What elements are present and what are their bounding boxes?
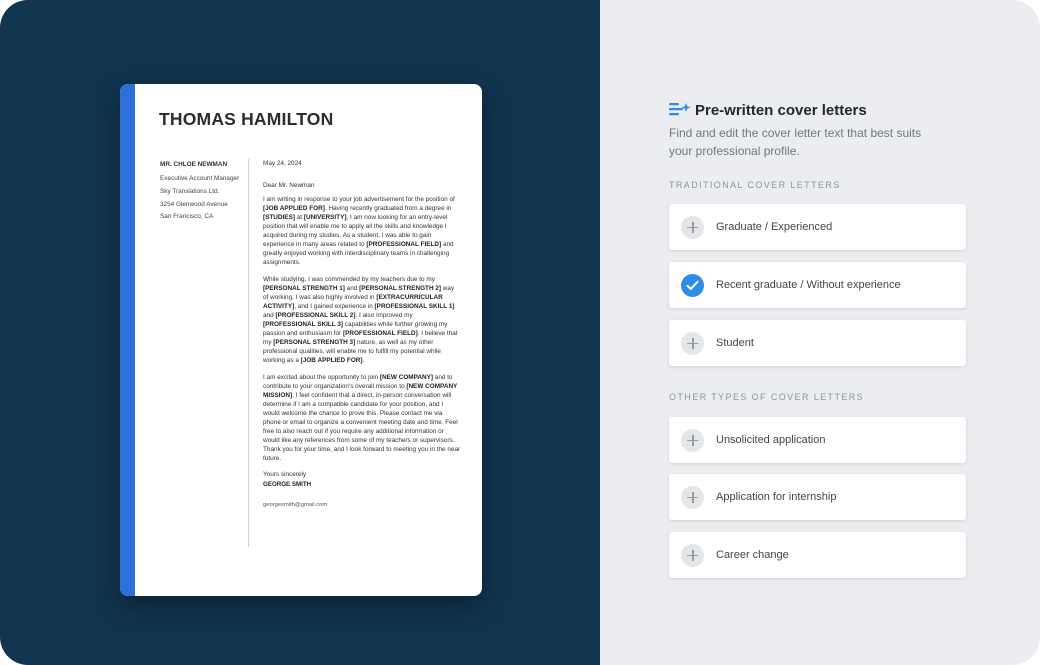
letter-closing: Yours sincerely — [263, 471, 307, 478]
recipient-company: Sky Translations Ltd. — [160, 187, 220, 195]
option-career-change[interactable]: Career change — [669, 532, 966, 578]
option-unsolicited-application[interactable]: Unsolicited application — [669, 417, 966, 463]
placeholder-field: [PROFESSIONAL SKILL 1] — [374, 303, 455, 310]
option-label: Student — [716, 337, 754, 349]
option-label: Application for internship — [716, 491, 837, 503]
letter-text: and — [344, 285, 360, 292]
option-recent-graduate[interactable]: Recent graduate / Without experience — [669, 262, 966, 308]
option-student[interactable]: Student — [669, 320, 966, 366]
option-label: Unsolicited application — [716, 434, 826, 446]
section-label-other: OTHER TYPES OF COVER LETTERS — [669, 392, 865, 402]
placeholder-field: [JOB APPLIED FOR] — [263, 205, 325, 212]
recipient-street: 3254 Glenwood Avenue — [160, 200, 228, 208]
letter-date: May 24, 2024 — [263, 160, 302, 167]
option-label: Recent graduate / Without experience — [716, 279, 901, 291]
placeholder-field: [STUDIES] — [263, 214, 295, 221]
letter-text: . Having recently graduated from a degre… — [324, 205, 452, 212]
plus-icon — [681, 543, 704, 567]
letter-paragraph-3: I am excited about the opportunity to jo… — [263, 373, 461, 463]
column-divider — [248, 159, 249, 547]
option-graduate-experienced[interactable]: Graduate / Experienced — [669, 204, 966, 250]
check-icon — [681, 273, 704, 297]
cover-letter-document: THOMAS HAMILTON MR. CHLOE NEWMAN Executi… — [120, 84, 482, 596]
letter-text: I am excited about the opportunity to jo… — [263, 374, 380, 381]
letter-text: . I feel confident that a direct, in-per… — [263, 392, 461, 462]
option-label: Graduate / Experienced — [716, 221, 833, 233]
plus-icon — [681, 215, 704, 239]
letter-text: , and I gained experience in — [294, 303, 375, 310]
letter-signature: GEORGE SMITH — [263, 481, 312, 488]
panel-subtitle: Find and edit the cover letter text that… — [669, 126, 922, 158]
plus-icon — [681, 428, 704, 452]
letter-paragraph-1: I am writing in response to your job adv… — [263, 195, 461, 267]
placeholder-field: [JOB APPLIED FOR] — [300, 357, 363, 364]
letter-text: . — [362, 357, 365, 364]
placeholder-field: [PROFESSIONAL FIELD] — [342, 330, 418, 337]
letter-text: and — [263, 312, 276, 319]
recipient-title: Executive Account Manager — [160, 175, 240, 182]
option-label: Career change — [716, 549, 789, 561]
option-internship[interactable]: Application for internship — [669, 474, 966, 520]
panel-title: Pre-written cover letters — [695, 101, 867, 119]
recipient-city: San Francisco, CA — [160, 213, 214, 221]
letter-greeting: Dear Mr. Newman — [263, 182, 315, 189]
accent-bar — [120, 84, 135, 596]
plus-icon — [681, 331, 704, 355]
placeholder-field: [PERSONAL STRENGTH 2] — [359, 285, 442, 292]
panel-header: Pre-written cover letters — [669, 101, 867, 119]
letter-text: I am writing in response to your job adv… — [263, 196, 455, 203]
letter-text: . I also improved my — [355, 312, 413, 319]
applicant-name: THOMAS HAMILTON — [159, 109, 334, 129]
plus-icon — [681, 485, 704, 509]
letter-text: at — [294, 214, 304, 221]
placeholder-field: [PROFESSIONAL SKILL 3] — [263, 321, 344, 328]
recipient-block: MR. CHLOE NEWMAN Executive Account Manag… — [160, 161, 240, 226]
letter-email: georgesmith@gmail.com — [263, 502, 328, 508]
recipient-name: MR. CHLOE NEWMAN — [160, 161, 228, 168]
placeholder-field: [PROFESSIONAL FIELD] — [366, 241, 442, 248]
placeholder-field: [NEW COMPANY] — [379, 374, 434, 381]
text-sparkle-icon — [669, 103, 691, 116]
placeholder-field: [PERSONAL STRENGTH 1] — [263, 285, 345, 292]
placeholder-field: [UNIVERSITY] — [303, 214, 347, 221]
placeholder-field: [PERSONAL STRENGTH 3] — [273, 339, 356, 346]
letter-paragraph-2: While studying, I was commended by my te… — [263, 275, 461, 365]
app-frame: THOMAS HAMILTON MR. CHLOE NEWMAN Executi… — [0, 0, 1040, 665]
placeholder-field: [PROFESSIONAL SKILL 2] — [275, 312, 356, 319]
section-label-traditional: TRADITIONAL COVER LETTERS — [669, 180, 841, 190]
letter-body: May 24, 2024 Dear Mr. Newman I am writin… — [263, 160, 461, 508]
letter-text: While studying, I was commended by my te… — [263, 276, 435, 283]
